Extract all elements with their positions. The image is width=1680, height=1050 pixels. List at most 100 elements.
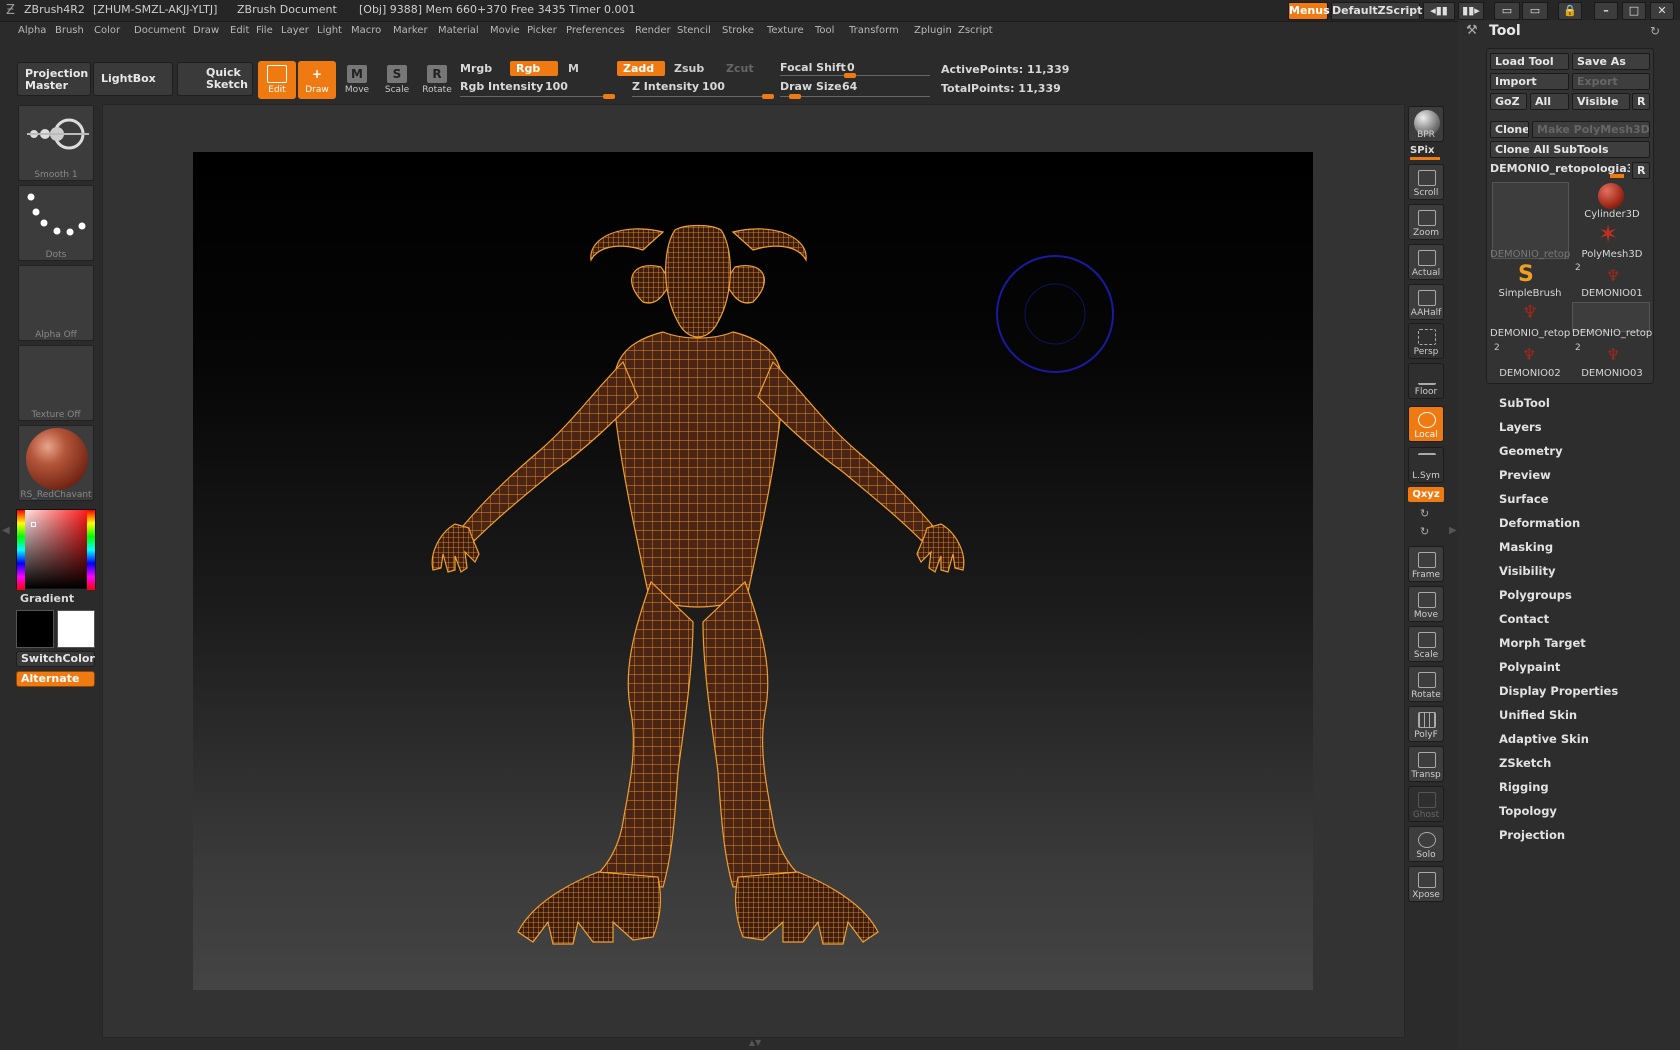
hue-strip[interactable]: [17, 510, 25, 590]
rotate-z-icon[interactable]: ↻: [1420, 525, 1429, 538]
scale-mode-button[interactable]: S Scale: [378, 61, 416, 99]
default-zscript-button[interactable]: DefaultZScript: [1331, 2, 1422, 20]
section-preview[interactable]: Preview: [1499, 468, 1551, 482]
zsub-button[interactable]: Zsub: [668, 61, 716, 76]
scale-view-button[interactable]: Scale: [1408, 626, 1444, 662]
aahalf-button[interactable]: AAHalf: [1408, 284, 1444, 320]
menu-tool[interactable]: Tool: [815, 25, 834, 36]
color-cursor[interactable]: [31, 522, 36, 527]
draw-size-knob[interactable]: [788, 94, 801, 99]
palette-refresh-icon[interactable]: ↻: [1650, 24, 1660, 38]
demonio03-icon[interactable]: ♆: [1606, 345, 1620, 364]
close-icon[interactable]: ✕: [1650, 2, 1674, 20]
move-view-button[interactable]: Move: [1408, 586, 1444, 622]
rgb-button[interactable]: Rgb: [510, 61, 558, 76]
load-tool-button[interactable]: Load Tool: [1490, 53, 1569, 70]
cylinder3d-icon[interactable]: [1598, 183, 1624, 209]
demonio-retop-icon[interactable]: ♆: [1522, 302, 1538, 323]
alpha-thumbnail[interactable]: Alpha Off: [18, 265, 94, 341]
import-button[interactable]: Import: [1490, 73, 1569, 90]
z-intensity-knob[interactable]: [762, 94, 774, 99]
menu-texture[interactable]: Texture: [767, 25, 804, 36]
layout-1-icon[interactable]: ▭: [1494, 2, 1520, 20]
layout-prev-icon[interactable]: ◂▮▮: [1423, 2, 1455, 20]
ghost-button[interactable]: Ghost: [1408, 786, 1444, 822]
lsym-button[interactable]: L.Sym: [1408, 447, 1444, 483]
goz-all-button[interactable]: All: [1530, 93, 1569, 110]
section-masking[interactable]: Masking: [1499, 540, 1553, 554]
menu-alpha[interactable]: Alpha: [18, 25, 46, 36]
make-polymesh-button[interactable]: Make PolyMesh3D: [1532, 121, 1650, 138]
color-picker[interactable]: [16, 509, 96, 590]
zadd-button[interactable]: Zadd: [617, 61, 665, 76]
menus-button[interactable]: Menus: [1288, 2, 1330, 20]
section-morph-target[interactable]: Morph Target: [1499, 636, 1586, 650]
section-zsketch[interactable]: ZSketch: [1499, 756, 1551, 770]
goz-button[interactable]: GoZ: [1490, 93, 1527, 110]
export-button[interactable]: Export: [1572, 73, 1650, 90]
zoom-button[interactable]: Zoom: [1408, 204, 1444, 240]
tool-slider-knob[interactable]: [1610, 174, 1624, 178]
m-button[interactable]: M: [562, 61, 602, 76]
menu-edit[interactable]: Edit: [230, 25, 249, 36]
menu-layer[interactable]: Layer: [281, 25, 309, 36]
edit-mode-button[interactable]: Edit: [258, 61, 296, 99]
left-tray-arrow-icon[interactable]: ◀: [2, 525, 10, 536]
section-topology[interactable]: Topology: [1499, 804, 1557, 818]
rotate-y-icon[interactable]: ↻: [1420, 507, 1429, 520]
rgb-intensity-slider[interactable]: [460, 96, 615, 97]
section-surface[interactable]: Surface: [1499, 492, 1549, 506]
rotate-view-button[interactable]: Rotate: [1408, 666, 1444, 702]
menu-zscript[interactable]: Zscript: [958, 25, 993, 36]
bpr-button[interactable]: BPR: [1408, 106, 1444, 142]
right-tray-arrow-icon[interactable]: ▶: [1449, 525, 1457, 536]
mrgb-button[interactable]: Mrgb: [460, 62, 492, 75]
z-intensity-slider[interactable]: [632, 96, 774, 97]
actual-button[interactable]: Actual: [1408, 244, 1444, 280]
hue-strip-right[interactable]: [87, 510, 95, 590]
menu-draw[interactable]: Draw: [193, 25, 219, 36]
zcut-button[interactable]: Zcut: [720, 61, 760, 76]
section-display-properties[interactable]: Display Properties: [1499, 684, 1618, 698]
qxyz-button[interactable]: Qxyz: [1408, 487, 1444, 502]
xpose-button[interactable]: Xpose: [1408, 866, 1444, 902]
rgb-intensity-knob[interactable]: [603, 94, 615, 99]
lightbox-button[interactable]: LightBox: [93, 62, 173, 96]
bottom-tray-handle-icon[interactable]: ▲▼: [690, 1038, 820, 1047]
layout-2-icon[interactable]: ▭: [1522, 2, 1548, 20]
clone-button[interactable]: Clone: [1490, 121, 1529, 138]
section-geometry[interactable]: Geometry: [1499, 444, 1563, 458]
minimize-icon[interactable]: –: [1594, 2, 1618, 20]
stroke-thumbnail[interactable]: Dots: [18, 185, 94, 261]
main-color-swatch[interactable]: [16, 610, 54, 648]
menu-material[interactable]: Material: [438, 25, 479, 36]
canvas-viewport[interactable]: [193, 152, 1313, 990]
section-visibility[interactable]: Visibility: [1499, 564, 1555, 578]
section-projection[interactable]: Projection: [1499, 828, 1565, 842]
section-adaptive-skin[interactable]: Adaptive Skin: [1499, 732, 1589, 746]
local-button[interactable]: Local: [1408, 406, 1444, 442]
section-contact[interactable]: Contact: [1499, 612, 1549, 626]
menu-color[interactable]: Color: [94, 25, 120, 36]
lock-icon[interactable]: 🔒: [1558, 2, 1582, 20]
switchcolor-button[interactable]: SwitchColor: [16, 651, 95, 667]
quick-sketch-button[interactable]: Quick Sketch: [177, 62, 253, 96]
tool-thumb-current[interactable]: [1492, 182, 1569, 259]
section-layers[interactable]: Layers: [1499, 420, 1542, 434]
current-tool-name[interactable]: DEMONIO_retopologia32: [1490, 162, 1630, 176]
menu-file[interactable]: File: [256, 25, 273, 36]
menu-stencil[interactable]: Stencil: [677, 25, 711, 36]
menu-zplugin[interactable]: Zplugin: [914, 25, 952, 36]
layout-next-icon[interactable]: ▮▮▸: [1458, 2, 1484, 20]
brush-thumbnail[interactable]: Smooth 1: [18, 105, 94, 181]
spix-label[interactable]: SPix: [1410, 145, 1444, 160]
menu-movie[interactable]: Movie: [490, 25, 520, 36]
menu-brush[interactable]: Brush: [55, 25, 84, 36]
section-deformation[interactable]: Deformation: [1499, 516, 1580, 530]
move-mode-button[interactable]: M Move: [338, 61, 376, 99]
section-unified-skin[interactable]: Unified Skin: [1499, 708, 1577, 722]
projection-master-button[interactable]: Projection Master: [17, 62, 91, 96]
menu-picker[interactable]: Picker: [527, 25, 557, 36]
draw-mode-button[interactable]: + Draw: [298, 61, 336, 99]
section-polygroups[interactable]: Polygroups: [1499, 588, 1572, 602]
